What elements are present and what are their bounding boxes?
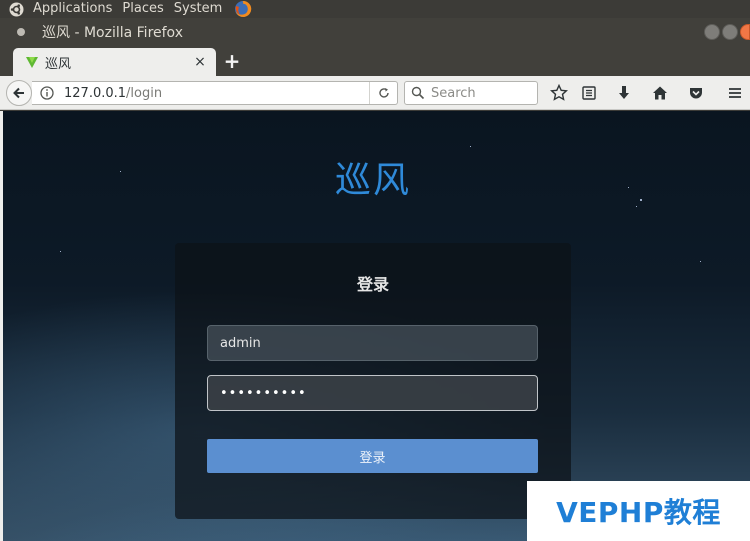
url-path: /login <box>126 85 163 101</box>
info-circle-icon[interactable] <box>40 86 54 100</box>
star-dot <box>60 251 61 252</box>
reader-list-icon[interactable] <box>579 83 599 103</box>
url-bar[interactable]: 127.0.0.1/login <box>32 81 398 105</box>
search-bar[interactable] <box>404 81 538 105</box>
close-window-button[interactable] <box>740 24 750 40</box>
ubuntu-logo-icon[interactable] <box>9 2 24 17</box>
login-button[interactable]: 登录 <box>207 439 538 473</box>
new-tab-button[interactable]: + <box>222 49 242 73</box>
maximize-button[interactable] <box>722 24 738 40</box>
page-content: 巡风 登录 登录 <box>0 111 750 541</box>
window-controls <box>704 24 750 40</box>
minimize-button[interactable] <box>704 24 720 40</box>
login-card-title: 登录 <box>356 275 389 294</box>
window-titlebar[interactable]: 巡风 - Mozilla Firefox <box>0 18 750 46</box>
search-input[interactable] <box>431 85 531 101</box>
site-title: 巡风 <box>334 160 411 201</box>
panel-menu-places[interactable]: Places <box>122 0 163 18</box>
tab-close-icon[interactable]: × <box>192 54 208 70</box>
tab-xunfeng[interactable]: 巡风 × <box>13 48 216 76</box>
arrow-left-icon <box>12 86 26 100</box>
url-text[interactable]: 127.0.0.1/login <box>64 86 162 101</box>
hamburger-menu-icon[interactable] <box>725 83 745 103</box>
password-input[interactable] <box>207 375 538 411</box>
star-dot <box>636 206 637 207</box>
back-button[interactable] <box>6 80 32 106</box>
pocket-icon[interactable] <box>686 83 706 103</box>
window-menu-bullet-icon[interactable] <box>16 27 26 37</box>
star-dot <box>470 146 471 147</box>
navigation-toolbar: 127.0.0.1/login <box>0 76 750 110</box>
star-icon[interactable] <box>549 83 569 103</box>
username-input[interactable] <box>207 325 538 361</box>
panel-menu-applications[interactable]: Applications <box>33 0 112 18</box>
tab-strip: 巡风 × + <box>0 46 750 76</box>
green-shield-favicon-icon <box>25 55 39 69</box>
url-host: 127.0.0.1 <box>64 85 127 101</box>
watermark-label: VEPHP教程 <box>527 481 750 541</box>
firefox-icon[interactable] <box>234 0 252 18</box>
login-card: 登录 登录 <box>175 243 571 519</box>
window-title: 巡风 - Mozilla Firefox <box>42 25 183 41</box>
search-icon <box>411 86 425 100</box>
download-arrow-icon[interactable] <box>614 83 634 103</box>
star-dot <box>700 261 701 262</box>
tab-label: 巡风 <box>45 56 72 72</box>
home-icon[interactable] <box>650 83 670 103</box>
gnome-top-panel: Applications Places System <box>0 0 750 18</box>
reload-icon[interactable] <box>369 82 397 104</box>
panel-menu-system[interactable]: System <box>174 0 222 18</box>
